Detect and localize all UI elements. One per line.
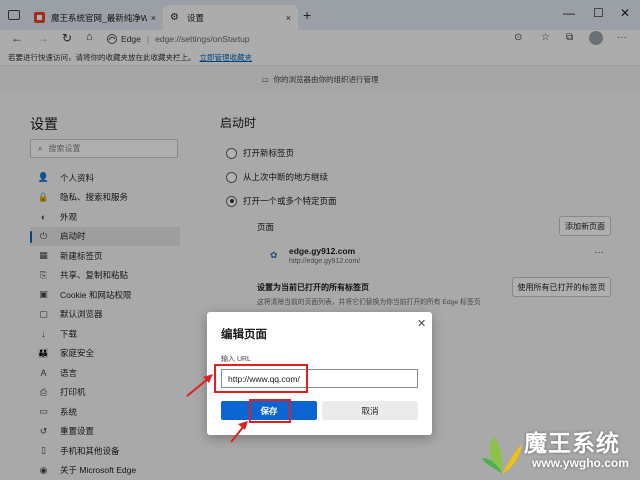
watermark-leaf-logo bbox=[482, 436, 522, 474]
arrow-to-save bbox=[230, 425, 245, 443]
arrow-to-url bbox=[186, 377, 210, 397]
watermark: 魔王系统 www.ywgho.com bbox=[480, 420, 640, 480]
watermark-site: www.ywgho.com bbox=[532, 456, 629, 470]
annotation-arrows bbox=[186, 374, 248, 443]
watermark-brand: 魔王系统 bbox=[524, 430, 620, 456]
